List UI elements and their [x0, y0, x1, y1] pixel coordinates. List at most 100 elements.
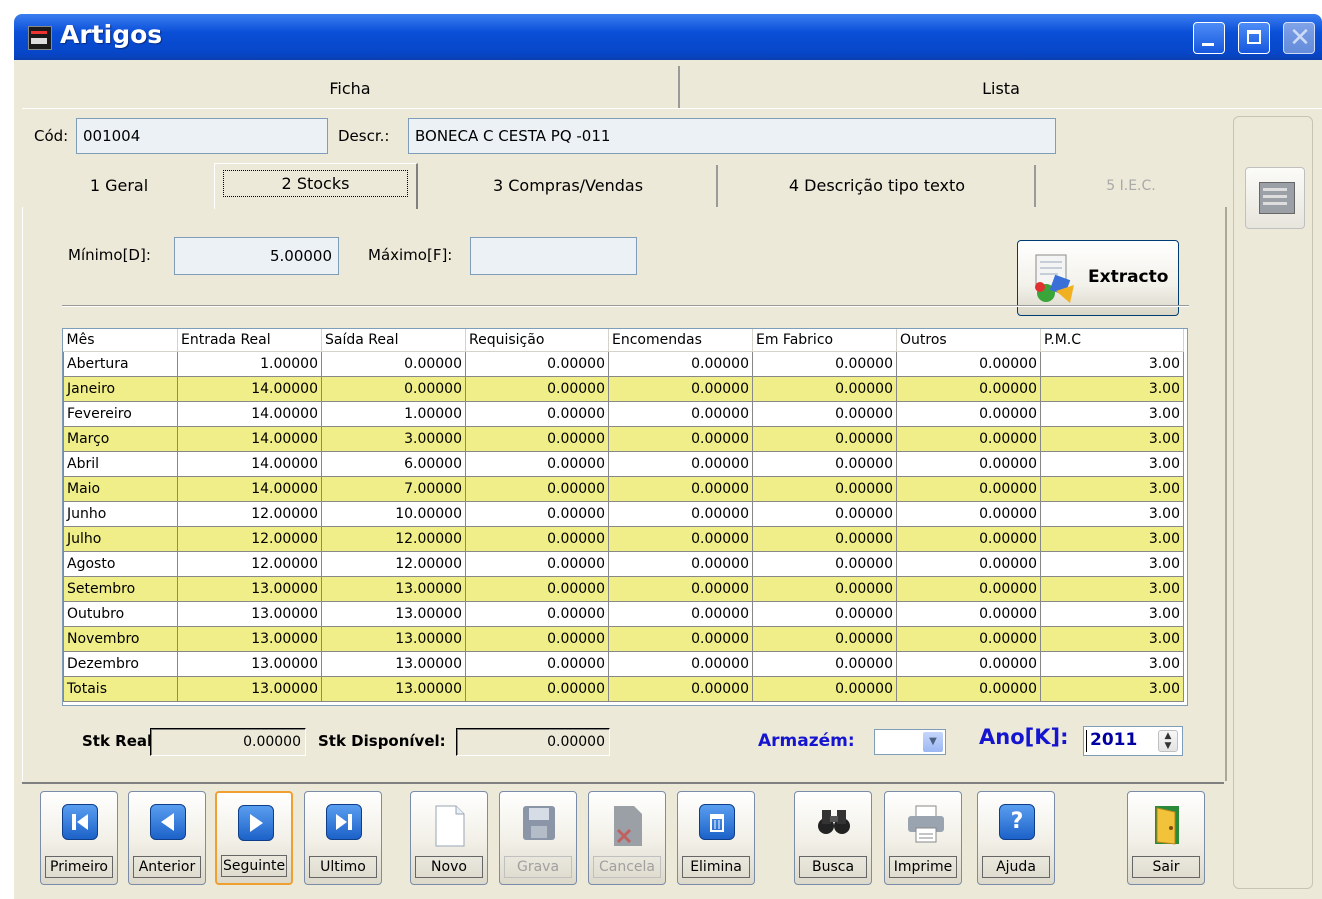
anterior-button[interactable]: Anterior — [128, 791, 206, 885]
value-cell[interactable]: 13.00000 — [321, 626, 466, 652]
value-cell[interactable]: 0.00000 — [465, 501, 609, 527]
value-cell[interactable]: 13.00000 — [177, 626, 322, 652]
value-cell[interactable]: 0.00000 — [896, 626, 1041, 652]
value-cell[interactable]: 0.00000 — [465, 526, 609, 552]
value-cell[interactable]: 0.00000 — [465, 626, 609, 652]
value-cell[interactable]: 0.00000 — [608, 551, 753, 577]
month-cell[interactable]: Março — [63, 426, 178, 452]
value-cell[interactable]: 0.00000 — [608, 676, 753, 702]
value-cell[interactable]: 0.00000 — [608, 401, 753, 427]
tab-descricao[interactable]: 4 Descrição tipo texto — [720, 165, 1036, 207]
value-cell[interactable]: 0.00000 — [465, 651, 609, 677]
minimo-field[interactable]: 5.00000 — [174, 237, 339, 275]
value-cell[interactable]: 13.00000 — [177, 676, 322, 702]
value-cell[interactable]: 6.00000 — [321, 451, 466, 477]
value-cell[interactable]: 0.00000 — [896, 551, 1041, 577]
value-cell[interactable]: 0.00000 — [752, 626, 897, 652]
value-cell[interactable]: 0.00000 — [465, 676, 609, 702]
value-cell[interactable]: 3.00000 — [321, 426, 466, 452]
table-row[interactable]: Janeiro 14.00000 0.00000 0.00000 0.00000 0.00… — [63, 376, 1184, 402]
value-cell[interactable]: 0.00000 — [752, 476, 897, 502]
table-row[interactable]: Março 14.00000 3.00000 0.00000 0.00000 0.0000… — [63, 426, 1184, 452]
cancela-button[interactable]: Cancela — [588, 791, 666, 885]
value-cell[interactable]: 12.00000 — [177, 526, 322, 552]
value-cell[interactable]: 0.00000 — [608, 651, 753, 677]
value-cell[interactable]: 14.00000 — [177, 401, 322, 427]
tab-geral[interactable]: 1 Geral — [22, 165, 218, 207]
column-header[interactable]: Outros — [896, 329, 1041, 352]
imprime-button[interactable]: Imprime — [884, 791, 962, 885]
maximize-button[interactable] — [1238, 22, 1270, 54]
tab-lista[interactable]: Lista — [680, 66, 1322, 108]
value-cell[interactable]: 3.00 — [1040, 551, 1184, 577]
value-cell[interactable]: 0.00000 — [465, 401, 609, 427]
column-header[interactable]: Em Fabrico — [752, 329, 897, 352]
table-row[interactable]: Outubro 13.00000 13.00000 0.00000 0.00000 0.0… — [63, 601, 1184, 627]
value-cell[interactable]: 0.00000 — [465, 426, 609, 452]
value-cell[interactable]: 3.00 — [1040, 601, 1184, 627]
month-cell[interactable]: Janeiro — [63, 376, 178, 402]
value-cell[interactable]: 13.00000 — [321, 576, 466, 602]
month-cell[interactable]: Outubro — [63, 601, 178, 627]
value-cell[interactable]: 0.00000 — [321, 376, 466, 402]
maximo-field[interactable] — [470, 237, 637, 275]
cod-field[interactable]: 001004 — [76, 118, 328, 154]
grava-button[interactable]: Grava — [499, 791, 577, 885]
tab-ficha[interactable]: Ficha — [22, 66, 680, 108]
column-header[interactable]: Requisição — [465, 329, 609, 352]
column-header[interactable]: Mês — [63, 329, 178, 352]
value-cell[interactable]: 0.00000 — [752, 351, 897, 377]
value-cell[interactable]: 13.00000 — [321, 601, 466, 627]
tab-stocks[interactable]: 2 Stocks — [214, 163, 418, 209]
value-cell[interactable]: 0.00000 — [752, 426, 897, 452]
minimize-button[interactable] — [1193, 22, 1225, 54]
value-cell[interactable]: 14.00000 — [177, 376, 322, 402]
value-cell[interactable]: 0.00000 — [608, 376, 753, 402]
seguinte-button[interactable]: Seguinte — [215, 791, 293, 885]
value-cell[interactable]: 0.00000 — [608, 526, 753, 552]
value-cell[interactable]: 0.00000 — [608, 576, 753, 602]
value-cell[interactable]: 0.00000 — [896, 426, 1041, 452]
sair-button[interactable]: Sair — [1127, 791, 1205, 885]
value-cell[interactable]: 0.00000 — [465, 351, 609, 377]
value-cell[interactable]: 10.00000 — [321, 501, 466, 527]
value-cell[interactable]: 7.00000 — [321, 476, 466, 502]
value-cell[interactable]: 0.00000 — [752, 651, 897, 677]
value-cell[interactable]: 14.00000 — [177, 451, 322, 477]
value-cell[interactable]: 0.00000 — [896, 526, 1041, 552]
value-cell[interactable]: 0.00000 — [608, 501, 753, 527]
value-cell[interactable]: 0.00000 — [752, 676, 897, 702]
month-cell[interactable]: Julho — [63, 526, 178, 552]
value-cell[interactable]: 3.00 — [1040, 501, 1184, 527]
month-cell[interactable]: Fevereiro — [63, 401, 178, 427]
value-cell[interactable]: 3.00 — [1040, 376, 1184, 402]
value-cell[interactable]: 0.00000 — [896, 376, 1041, 402]
spin-arrows-icon[interactable]: ▲ ▼ — [1158, 730, 1178, 752]
value-cell[interactable]: 3.00 — [1040, 676, 1184, 702]
month-cell[interactable]: Abertura — [63, 351, 178, 377]
month-cell[interactable]: Agosto — [63, 551, 178, 577]
primeiro-button[interactable]: Primeiro — [40, 791, 118, 885]
column-header[interactable]: Encomendas — [608, 329, 753, 352]
value-cell[interactable]: 3.00 — [1040, 401, 1184, 427]
close-button[interactable]: ✕ — [1283, 22, 1315, 54]
month-cell[interactable]: Novembro — [63, 626, 178, 652]
value-cell[interactable]: 0.00000 — [896, 576, 1041, 602]
table-row[interactable]: Totais 13.00000 13.00000 0.00000 0.00000 0.00… — [63, 676, 1184, 702]
value-cell[interactable]: 0.00000 — [896, 651, 1041, 677]
table-row[interactable]: Junho 12.00000 10.00000 0.00000 0.00000 0.000… — [63, 501, 1184, 527]
value-cell[interactable]: 13.00000 — [177, 576, 322, 602]
month-cell[interactable]: Setembro — [63, 576, 178, 602]
stocks-grid[interactable]: Mês Entrada Real Saída Real Requisição E… — [62, 328, 1188, 706]
value-cell[interactable]: 0.00000 — [752, 451, 897, 477]
elimina-button[interactable]: Elimina — [677, 791, 755, 885]
value-cell[interactable]: 0.00000 — [752, 501, 897, 527]
ano-spinner[interactable]: 2011 ▲ ▼ — [1083, 726, 1183, 756]
month-cell[interactable]: Dezembro — [63, 651, 178, 677]
tab-iec[interactable]: 5 I.E.C. — [1038, 165, 1224, 207]
value-cell[interactable]: 13.00000 — [321, 651, 466, 677]
value-cell[interactable]: 0.00000 — [896, 451, 1041, 477]
table-row[interactable]: Dezembro 13.00000 13.00000 0.00000 0.00000 0.… — [63, 651, 1184, 677]
value-cell[interactable]: 0.00000 — [608, 426, 753, 452]
value-cell[interactable]: 3.00 — [1040, 476, 1184, 502]
